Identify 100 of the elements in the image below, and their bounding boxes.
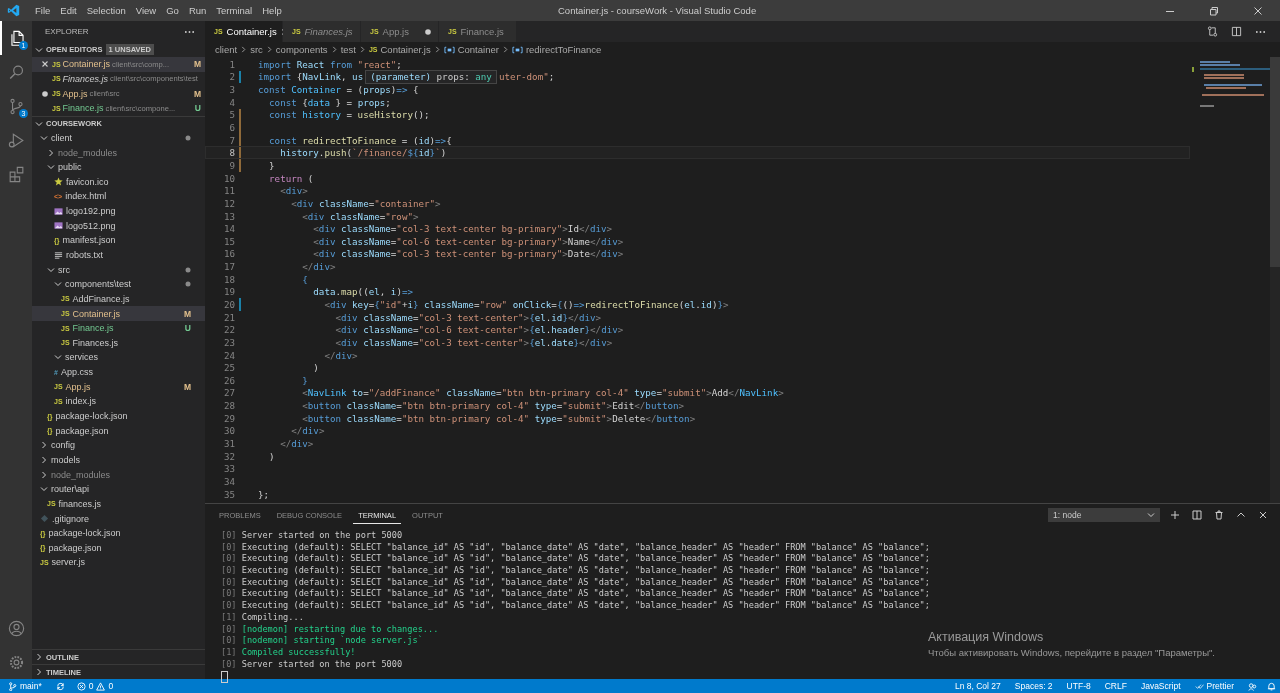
terminal-line: Server started on the port 5000 <box>241 658 403 669</box>
tree-item[interactable]: services <box>32 350 205 365</box>
tree-item[interactable]: public <box>32 159 205 175</box>
tree-item[interactable]: models <box>32 452 205 468</box>
process-prefix: [1] <box>221 611 237 622</box>
line-number: 25 <box>222 362 235 374</box>
menu-item[interactable]: Run <box>183 5 212 16</box>
tree-item[interactable]: .gitignore <box>32 511 205 526</box>
breadcrumb-item[interactable]: client <box>215 44 238 55</box>
folder-name: node_modules <box>58 147 118 158</box>
split-terminal-icon[interactable] <box>1192 510 1202 520</box>
tree-item[interactable]: config <box>32 438 205 453</box>
line-number: 30 <box>222 425 235 437</box>
line-number: 24 <box>222 349 235 361</box>
code-line: <button className="btn btn-primary col-4" type="submit">Delete</button> <box>301 412 696 424</box>
close-icon[interactable] <box>41 60 49 69</box>
tree-item[interactable]: logo512.png <box>32 218 205 234</box>
code-line: </div> <box>323 349 358 361</box>
terminal-dropdown[interactable]: 1: node <box>1048 508 1160 522</box>
tab-label: Container.js <box>226 26 277 37</box>
split-editor-icon[interactable] <box>1231 26 1242 37</box>
menu-item[interactable]: Help <box>257 5 287 16</box>
explorer-title: EXPLORER <box>45 27 89 36</box>
status-item[interactable]: UTF-8 <box>1066 681 1091 691</box>
sync-icon[interactable] <box>55 681 65 691</box>
breadcrumb-item[interactable]: test <box>340 44 356 55</box>
line-number: 17 <box>222 261 235 273</box>
breadcrumb-item[interactable]: redirectToFinance <box>525 44 602 55</box>
error-icon <box>76 681 86 691</box>
file-name: .gitignore <box>52 513 90 524</box>
tree-item[interactable]: node_modules <box>32 145 205 160</box>
menu-item[interactable]: Selection <box>81 5 131 16</box>
trash-icon[interactable] <box>1214 510 1224 520</box>
menu-item[interactable]: Edit <box>55 5 82 16</box>
image-file-icon <box>54 206 63 216</box>
chevron-down-icon <box>35 45 43 54</box>
plus-icon[interactable] <box>1170 510 1180 520</box>
folder-name: public <box>58 162 82 173</box>
line-number: 34 <box>222 475 235 487</box>
branch-status[interactable]: main* <box>8 681 42 691</box>
tree-item[interactable]: logo192.png <box>32 203 205 219</box>
close-icon[interactable] <box>1258 510 1268 520</box>
tab-label: Finance.js <box>460 26 504 37</box>
file-name: server.js <box>51 557 86 568</box>
more-icon[interactable] <box>184 29 195 34</box>
tree-item[interactable]: favicon.ico <box>32 174 205 190</box>
tree-item[interactable]: robots.txt <box>32 247 205 263</box>
breadcrumb-item[interactable]: Container.js <box>380 44 431 55</box>
breadcrumb-item[interactable]: components <box>275 44 328 55</box>
tree-item[interactable]: router\api <box>32 481 205 497</box>
file-name: package.json <box>55 425 109 436</box>
menu-item[interactable]: File <box>30 5 56 16</box>
breadcrumb-item[interactable]: Container <box>457 44 499 55</box>
folder-name: src <box>58 264 70 275</box>
chevron-right-icon <box>433 46 441 53</box>
hover-tooltip: (parameter) props: any <box>365 69 497 84</box>
line-number: 20 <box>222 299 235 310</box>
file-name: logo512.png <box>66 220 116 231</box>
chevron-right-icon <box>330 46 338 53</box>
status-item[interactable]: JavaScript <box>1140 681 1181 691</box>
line-number: 7 <box>228 134 235 146</box>
tree-item[interactable]: node_modules <box>32 467 205 482</box>
menu-item[interactable]: Terminal <box>211 5 258 16</box>
file-name: package.json <box>48 542 102 553</box>
line-number: 13 <box>222 210 235 222</box>
compare-changes-icon[interactable] <box>1207 26 1218 37</box>
activation-title: Активация Windows <box>928 630 1045 644</box>
file-name: AddFinance.js <box>72 293 130 304</box>
code-line: { <box>301 273 308 285</box>
tree-item[interactable]: client <box>32 130 205 146</box>
problems-status[interactable]: 0 0 <box>76 681 114 691</box>
formatter-status[interactable]: Prettier <box>1194 681 1234 691</box>
check-double-icon <box>1194 681 1204 691</box>
code-line: import {NavLink, us <box>258 71 364 83</box>
file-name: Finance.js <box>72 323 114 334</box>
code-line: history.push(`/finance/${id}`) <box>279 147 447 159</box>
window-title: Container.js - courseWork - Visual Studio Code <box>558 5 757 16</box>
line-number: 26 <box>222 374 235 386</box>
feedback-icon[interactable] <box>1248 681 1257 691</box>
line-number: 32 <box>222 450 235 462</box>
caret-icon <box>1147 511 1155 519</box>
line-number: 10 <box>222 172 235 184</box>
tree-item[interactable]: components\test <box>32 276 205 292</box>
status-item[interactable]: Ln 8, Col 27 <box>954 681 1001 691</box>
git-status: M <box>183 308 191 319</box>
status-item[interactable]: Spaces: 2 <box>1014 681 1053 691</box>
line-number: 2 <box>228 71 235 83</box>
status-item[interactable]: CRLF <box>1104 681 1127 691</box>
bell-icon[interactable] <box>1267 681 1276 691</box>
folder-name: router\api <box>51 484 90 495</box>
menu-item[interactable]: Go <box>161 5 184 16</box>
breadcrumb-item[interactable]: src <box>250 44 263 55</box>
scrollbar-thumb[interactable] <box>1270 57 1280 267</box>
git-status: U <box>194 103 201 114</box>
folder-name: client <box>51 132 72 143</box>
more-icon[interactable] <box>1255 29 1266 34</box>
terminal-line: Compiling... <box>241 611 304 622</box>
tree-item[interactable]: src <box>32 262 205 277</box>
process-prefix: [0] <box>221 623 237 634</box>
menu-item[interactable]: View <box>130 5 162 16</box>
